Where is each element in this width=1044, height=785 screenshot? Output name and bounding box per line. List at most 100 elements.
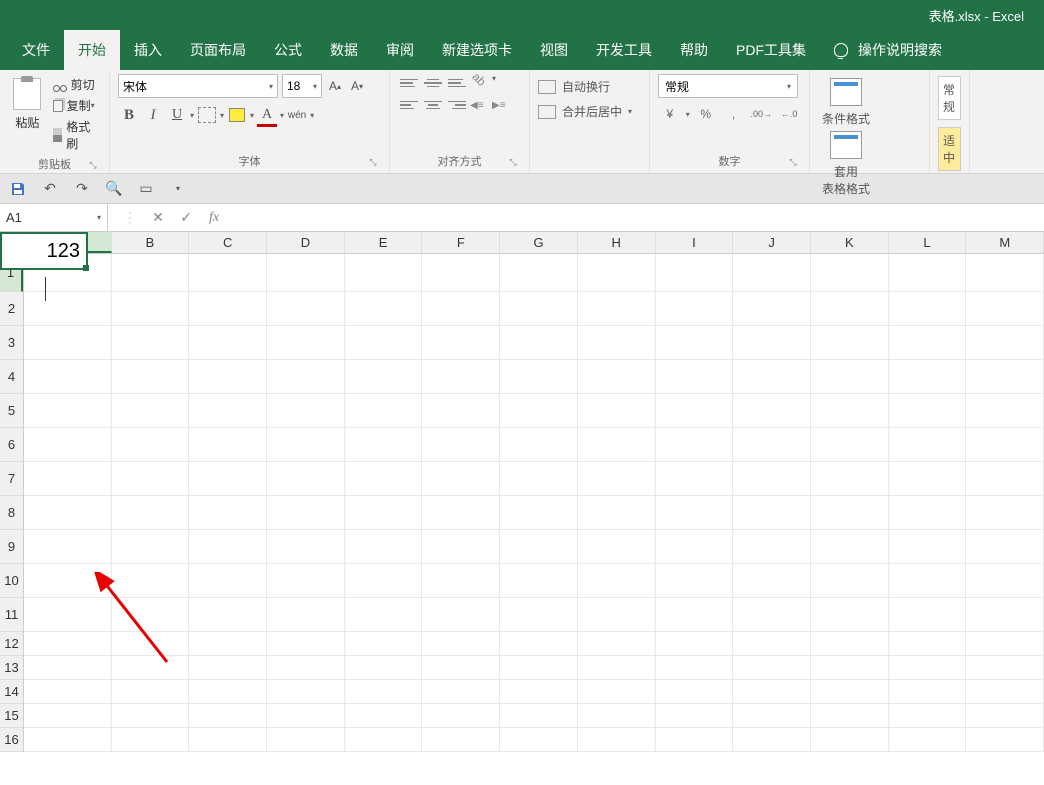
cell[interactable] xyxy=(811,632,889,656)
cell[interactable] xyxy=(889,462,967,496)
cell[interactable] xyxy=(656,680,734,704)
copy-button[interactable]: 复制 ▾ xyxy=(53,95,101,116)
align-middle-button[interactable] xyxy=(422,74,444,92)
row-header-2[interactable]: 2 xyxy=(0,292,23,326)
cell[interactable] xyxy=(578,728,656,752)
cell[interactable] xyxy=(112,360,190,394)
cell[interactable] xyxy=(189,656,267,680)
cell[interactable] xyxy=(500,428,578,462)
phonetic-dropdown[interactable]: ▾ xyxy=(310,111,314,120)
cell[interactable] xyxy=(578,496,656,530)
cell[interactable] xyxy=(422,428,500,462)
cell[interactable] xyxy=(966,462,1044,496)
increase-decimal-button[interactable]: .00→ xyxy=(749,104,773,124)
italic-button[interactable]: I xyxy=(142,104,164,126)
cell[interactable] xyxy=(189,394,267,428)
column-header-F[interactable]: F xyxy=(422,232,500,253)
cell[interactable] xyxy=(345,728,423,752)
style-good[interactable]: 适中 xyxy=(938,127,961,171)
tell-me[interactable]: 操作说明搜索 xyxy=(820,30,956,70)
fill-color-button[interactable] xyxy=(226,104,248,126)
cell[interactable] xyxy=(189,680,267,704)
cell[interactable] xyxy=(966,394,1044,428)
cell[interactable] xyxy=(267,394,345,428)
cell[interactable] xyxy=(578,462,656,496)
font-color-button[interactable]: A xyxy=(256,104,278,126)
insert-function-button[interactable]: fx xyxy=(200,207,228,229)
paste-button[interactable]: 粘贴 xyxy=(8,74,47,154)
cell[interactable] xyxy=(811,428,889,462)
cell[interactable] xyxy=(500,496,578,530)
underline-button[interactable]: U xyxy=(166,104,188,126)
cell[interactable] xyxy=(267,598,345,632)
cell[interactable] xyxy=(345,496,423,530)
cell[interactable] xyxy=(578,632,656,656)
conditional-format-button[interactable]: 条件格式 xyxy=(818,74,874,127)
cell[interactable] xyxy=(345,428,423,462)
cell[interactable] xyxy=(578,530,656,564)
cell[interactable] xyxy=(189,326,267,360)
cell[interactable] xyxy=(889,656,967,680)
border-dropdown[interactable]: ▾ xyxy=(220,111,224,120)
cell[interactable] xyxy=(811,656,889,680)
cell[interactable] xyxy=(500,564,578,598)
cell[interactable] xyxy=(24,680,112,704)
cell[interactable] xyxy=(811,530,889,564)
tab-home[interactable]: 开始 xyxy=(64,30,120,70)
align-bottom-button[interactable] xyxy=(446,74,468,92)
currency-dropdown[interactable]: ▾ xyxy=(686,110,690,119)
underline-dropdown[interactable]: ▾ xyxy=(190,111,194,120)
cell[interactable] xyxy=(733,360,811,394)
cell[interactable] xyxy=(345,462,423,496)
tab-layout[interactable]: 页面布局 xyxy=(176,30,260,70)
tab-file[interactable]: 文件 xyxy=(8,30,64,70)
tab-newtab[interactable]: 新建选项卡 xyxy=(428,30,526,70)
cell[interactable] xyxy=(267,530,345,564)
percent-button[interactable]: % xyxy=(694,104,718,124)
cell[interactable] xyxy=(966,360,1044,394)
cell[interactable] xyxy=(422,680,500,704)
cell[interactable] xyxy=(889,704,967,728)
cell[interactable] xyxy=(811,254,889,292)
format-painter-button[interactable]: 格式刷 xyxy=(53,116,101,154)
cell[interactable] xyxy=(112,326,190,360)
cell[interactable] xyxy=(345,632,423,656)
cell[interactable] xyxy=(811,462,889,496)
cell[interactable] xyxy=(656,394,734,428)
cell[interactable] xyxy=(811,394,889,428)
tab-formulas[interactable]: 公式 xyxy=(260,30,316,70)
cell[interactable] xyxy=(966,656,1044,680)
cell[interactable] xyxy=(811,598,889,632)
cell[interactable] xyxy=(656,728,734,752)
row-header-4[interactable]: 4 xyxy=(0,360,23,394)
cell[interactable] xyxy=(345,680,423,704)
cell[interactable] xyxy=(811,496,889,530)
cell[interactable] xyxy=(189,530,267,564)
cell[interactable] xyxy=(112,704,190,728)
cell[interactable] xyxy=(966,254,1044,292)
cell[interactable] xyxy=(889,394,967,428)
cell[interactable] xyxy=(189,728,267,752)
cell[interactable] xyxy=(889,496,967,530)
column-header-C[interactable]: C xyxy=(189,232,267,253)
cell[interactable] xyxy=(345,292,423,326)
cell[interactable] xyxy=(24,728,112,752)
phonetic-button[interactable]: wén xyxy=(286,104,308,126)
cell[interactable] xyxy=(889,530,967,564)
cell[interactable] xyxy=(578,292,656,326)
cell[interactable] xyxy=(656,598,734,632)
column-header-M[interactable]: M xyxy=(966,232,1044,253)
decrease-indent-button[interactable]: ◀≡ xyxy=(470,96,490,114)
cell[interactable] xyxy=(422,326,500,360)
cell[interactable] xyxy=(112,598,190,632)
cell[interactable] xyxy=(422,292,500,326)
cell[interactable] xyxy=(345,530,423,564)
cell[interactable] xyxy=(112,462,190,496)
tab-dev[interactable]: 开发工具 xyxy=(582,30,666,70)
cell[interactable] xyxy=(422,360,500,394)
cell[interactable] xyxy=(189,428,267,462)
cell[interactable] xyxy=(656,428,734,462)
cell[interactable] xyxy=(578,360,656,394)
cell[interactable] xyxy=(267,254,345,292)
cell[interactable] xyxy=(966,530,1044,564)
